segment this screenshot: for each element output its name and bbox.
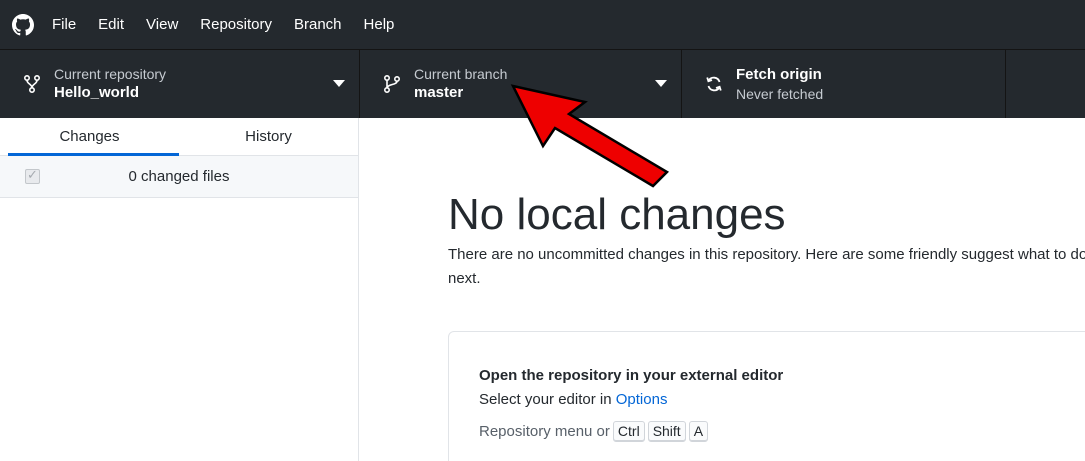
- page-description: There are no uncommitted changes in this…: [448, 246, 1085, 287]
- menu-help[interactable]: Help: [364, 0, 395, 49]
- tab-history[interactable]: History: [179, 118, 358, 155]
- changes-list-header: 0 changed files: [0, 156, 358, 198]
- sync-icon: [706, 76, 722, 92]
- fetch-origin-label: Fetch origin: [736, 66, 822, 83]
- github-mark-icon: [12, 13, 34, 35]
- kbd-shift: Shift: [647, 421, 686, 442]
- suggestion-card: Open the repository in your external edi…: [448, 331, 1085, 461]
- menu-branch[interactable]: Branch: [294, 0, 342, 49]
- menu-edit[interactable]: Edit: [98, 0, 124, 49]
- kbd-a: A: [688, 421, 709, 442]
- suggestion-title: Open the repository in your external edi…: [479, 367, 784, 384]
- sidebar: Changes History 0 changed files: [0, 118, 359, 461]
- kbd-ctrl: Ctrl: [612, 421, 645, 442]
- tab-bar: Changes History: [0, 118, 358, 156]
- current-branch-button[interactable]: Current branch master: [360, 50, 682, 118]
- current-repository-button[interactable]: Current repository Hello_world: [0, 50, 360, 118]
- suggestion-description-text: Select your editor in: [479, 391, 616, 408]
- tab-changes[interactable]: Changes: [0, 118, 179, 156]
- menu-bar: File Edit View Repository Branch Help: [0, 0, 1085, 49]
- current-repository-label: Current repository: [54, 66, 167, 82]
- page-title: No local changes: [448, 190, 786, 239]
- menu-view[interactable]: View: [146, 0, 178, 49]
- fetch-status: Never fetched: [736, 86, 824, 102]
- main-content: No local changes There are no uncommitte…: [360, 118, 1085, 461]
- chevron-down-icon: [655, 80, 667, 87]
- current-branch-name: master: [414, 84, 464, 101]
- menu-repository[interactable]: Repository: [200, 0, 272, 49]
- current-branch-label: Current branch: [414, 66, 508, 82]
- keyboard-shortcut: Repository menu or Ctrl Shift A: [479, 421, 709, 442]
- repo-icon: [23, 74, 41, 94]
- suggestion-description: Select your editor in Options: [479, 391, 667, 408]
- menu-file[interactable]: File: [52, 0, 76, 49]
- git-branch-icon: [383, 74, 401, 94]
- shortcut-prefix: Repository menu or: [479, 423, 610, 440]
- current-repository-name: Hello_world: [54, 84, 140, 101]
- chevron-down-icon: [333, 80, 345, 87]
- fetch-origin-button[interactable]: Fetch origin Never fetched: [682, 50, 1006, 118]
- select-all-checkbox[interactable]: [25, 167, 40, 184]
- toolbar: Current repository Hello_world Current b…: [0, 49, 1085, 118]
- changed-files-count: 0 changed files: [128, 168, 230, 185]
- options-link[interactable]: Options: [616, 391, 668, 408]
